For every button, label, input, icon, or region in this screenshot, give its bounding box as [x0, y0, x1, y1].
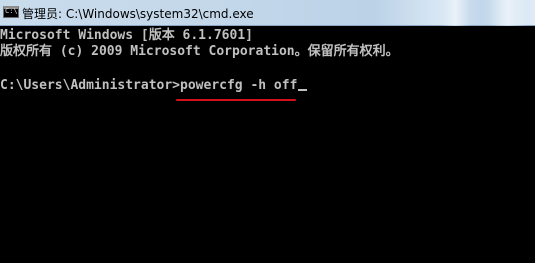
console-area[interactable]: Microsoft Windows [版本 6.1.7601] 版权所有 (c)…	[0, 26, 535, 263]
window-title: 管理员: C:\Windows\system32\cmd.exe	[22, 7, 254, 21]
console-command[interactable]: powercfg -h off	[180, 78, 297, 93]
title-bar-glare	[440, 0, 470, 26]
cmd-console-icon[interactable]: C:\	[3, 6, 19, 18]
console-input-line[interactable]: C:\Users\Administrator>powercfg -h off	[0, 78, 308, 94]
console-line-copyright: 版权所有 (c) 2009 Microsoft Corporation。保留所有…	[0, 44, 399, 59]
title-bar[interactable]: C:\ 管理员: C:\Windows\system32\cmd.exe	[0, 0, 535, 26]
console-line-version: Microsoft Windows [版本 6.1.7601]	[0, 28, 253, 43]
title-bar-glare	[488, 0, 528, 26]
red-annotation-underline	[176, 99, 296, 101]
console-prompt: C:\Users\Administrator>	[0, 78, 181, 93]
text-cursor	[298, 89, 308, 91]
cmd-window: C:\ 管理员: C:\Windows\system32\cmd.exe Mic…	[0, 0, 535, 263]
prompt-glyph: C:\	[5, 7, 18, 15]
